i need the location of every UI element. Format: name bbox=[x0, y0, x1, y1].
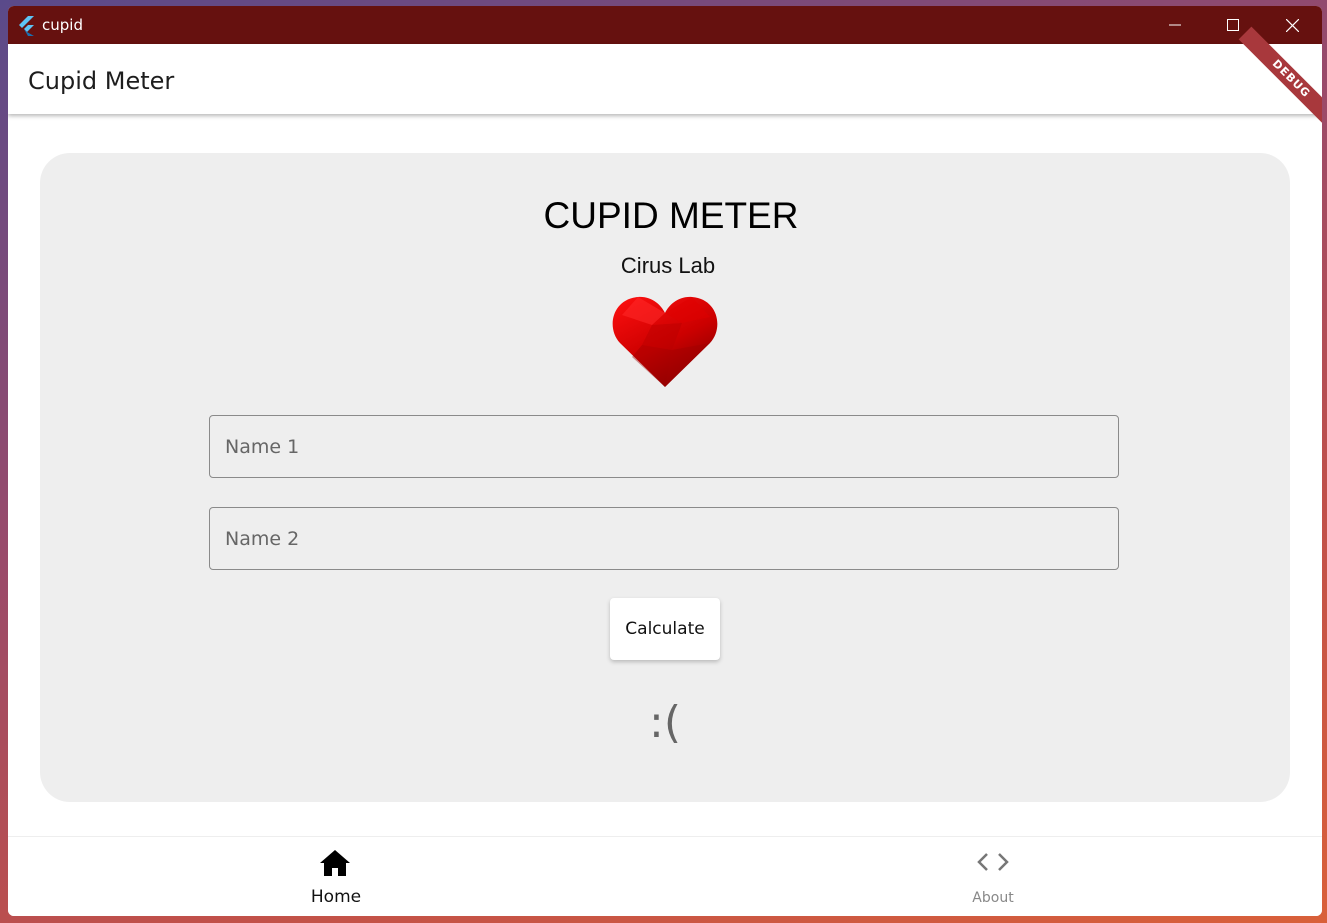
nav-item-about[interactable]: About bbox=[665, 837, 1322, 916]
close-button[interactable] bbox=[1263, 6, 1321, 44]
code-icon bbox=[977, 853, 1009, 871]
maximize-icon bbox=[1227, 19, 1239, 31]
app-bar: Cupid Meter DEBUG bbox=[8, 26, 1322, 132]
title-bar: cupid bbox=[8, 6, 1322, 44]
bottom-navigation: Home About bbox=[8, 836, 1322, 916]
nav-label-about: About bbox=[972, 890, 1014, 906]
app-window: cupid Cupid Meter DEBUG CUPID METER Ciru… bbox=[8, 6, 1322, 916]
cupid-card: CUPID METER Cirus Lab Calculate :( bbox=[40, 153, 1290, 802]
home-icon bbox=[320, 850, 350, 876]
card-subtitle: Cirus Lab bbox=[620, 253, 716, 278]
window-title: cupid bbox=[42, 16, 83, 34]
minimize-button[interactable] bbox=[1146, 6, 1204, 44]
close-icon bbox=[1285, 18, 1299, 32]
calculate-button[interactable]: Calculate bbox=[610, 598, 720, 660]
name2-input[interactable] bbox=[210, 508, 1118, 569]
card-title: CUPID METER bbox=[543, 195, 799, 236]
app-bar-title: Cupid Meter bbox=[28, 67, 175, 95]
flutter-logo-icon bbox=[19, 16, 34, 36]
name1-field[interactable] bbox=[209, 415, 1119, 478]
name2-field[interactable] bbox=[209, 507, 1119, 570]
name1-input[interactable] bbox=[210, 416, 1118, 477]
minimize-icon bbox=[1169, 24, 1181, 26]
heart-icon bbox=[612, 296, 718, 387]
result-text: :( bbox=[649, 697, 681, 748]
